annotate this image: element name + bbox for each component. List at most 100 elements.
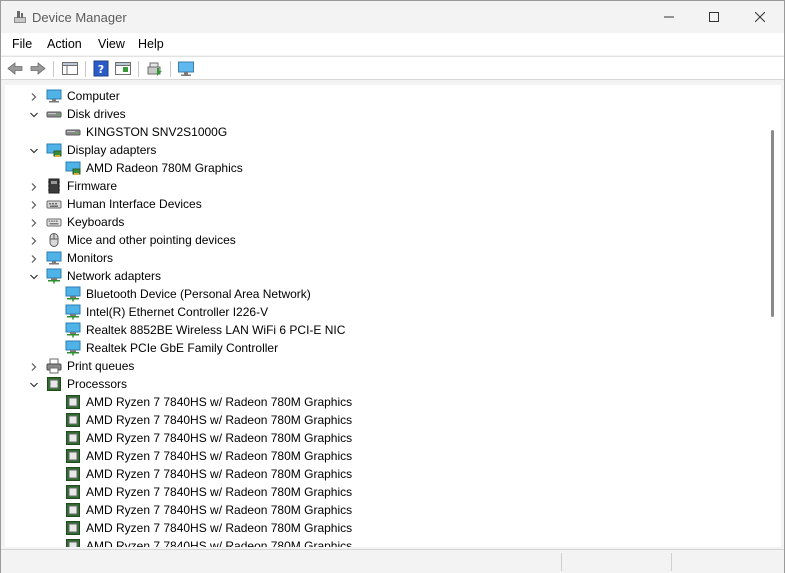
tree-category-row[interactable]: Processors — [5, 375, 745, 393]
disk-drive-icon — [46, 106, 62, 122]
tree-category-row[interactable]: Firmware — [5, 177, 745, 195]
tree-category-row[interactable]: Print queues — [5, 357, 745, 375]
tree-device-row[interactable]: AMD Ryzen 7 7840HS w/ Radeon 780M Graphi… — [5, 429, 745, 447]
toolbar-separator — [170, 61, 171, 77]
tree-category-row[interactable]: Keyboards — [5, 213, 745, 231]
tree-item-label: AMD Ryzen 7 7840HS w/ Radeon 780M Graphi… — [86, 521, 353, 535]
menu-help[interactable]: Help — [138, 37, 164, 51]
chevron-down-icon[interactable] — [29, 379, 39, 389]
help-icon[interactable]: ? — [92, 60, 110, 77]
processor-icon — [65, 538, 81, 547]
chevron-right-icon[interactable] — [29, 181, 39, 191]
processor-icon — [65, 394, 81, 410]
tree-item-label: Human Interface Devices — [67, 197, 202, 211]
chevron-right-icon[interactable] — [29, 91, 39, 101]
network-adapter-icon — [65, 340, 81, 356]
tree-device-row[interactable]: AMD Ryzen 7 7840HS w/ Radeon 780M Graphi… — [5, 537, 745, 547]
processor-icon — [65, 430, 81, 446]
tree-item-label: AMD Radeon 780M Graphics — [86, 161, 243, 175]
toolbar-separator — [138, 61, 139, 77]
printer-icon — [46, 358, 62, 374]
tree-item-label: AMD Ryzen 7 7840HS w/ Radeon 780M Graphi… — [86, 449, 353, 463]
tree-category-row[interactable]: Human Interface Devices — [5, 195, 745, 213]
hid-icon — [46, 196, 62, 212]
menu-file[interactable]: File — [12, 37, 32, 51]
chevron-down-icon[interactable] — [29, 109, 39, 119]
tree-item-label: Firmware — [67, 179, 117, 193]
chevron-right-icon[interactable] — [29, 253, 39, 263]
tree-item-label: AMD Ryzen 7 7840HS w/ Radeon 780M Graphi… — [86, 431, 353, 445]
window-title: Device Manager — [32, 10, 127, 25]
network-adapter-icon — [65, 304, 81, 320]
tree-device-row[interactable]: Realtek PCIe GbE Family Controller — [5, 339, 745, 357]
close-button[interactable] — [737, 1, 783, 33]
status-segment — [561, 553, 671, 571]
tree-device-row[interactable]: AMD Radeon 780M Graphics — [5, 159, 745, 177]
maximize-button[interactable] — [691, 1, 737, 33]
status-bar — [1, 549, 784, 573]
back-arrow-icon[interactable] — [6, 60, 24, 77]
tree-item-label: Display adapters — [67, 143, 157, 157]
update-driver-icon[interactable] — [146, 60, 164, 77]
tree-device-row[interactable]: Intel(R) Ethernet Controller I226-V — [5, 303, 745, 321]
minimize-button[interactable] — [646, 1, 692, 33]
chevron-right-icon[interactable] — [29, 235, 39, 245]
display-adapter-icon — [65, 160, 81, 176]
tree-category-row[interactable]: Disk drives — [5, 105, 745, 123]
show-hide-console-tree-icon[interactable] — [61, 60, 79, 77]
chevron-down-icon[interactable] — [29, 145, 39, 155]
tree-device-row[interactable]: AMD Ryzen 7 7840HS w/ Radeon 780M Graphi… — [5, 483, 745, 501]
forward-arrow-icon[interactable] — [29, 60, 47, 77]
computer-icon — [46, 88, 62, 104]
menu-action[interactable]: Action — [47, 37, 82, 51]
tree-item-label: Disk drives — [67, 107, 126, 121]
tree-item-label: Realtek 8852BE Wireless LAN WiFi 6 PCI-E… — [86, 323, 346, 337]
tree-item-label: AMD Ryzen 7 7840HS w/ Radeon 780M Graphi… — [86, 467, 353, 481]
tree-device-row[interactable]: AMD Ryzen 7 7840HS w/ Radeon 780M Graphi… — [5, 447, 745, 465]
vertical-scrollbar[interactable] — [765, 85, 781, 547]
tree-device-row[interactable]: AMD Ryzen 7 7840HS w/ Radeon 780M Graphi… — [5, 411, 745, 429]
tree-device-row[interactable]: AMD Ryzen 7 7840HS w/ Radeon 780M Graphi… — [5, 519, 745, 537]
chevron-right-icon[interactable] — [29, 199, 39, 209]
title-bar[interactable]: Device Manager — [1, 1, 784, 33]
tree-category-row[interactable]: Display adapters — [5, 141, 745, 159]
tree-category-row[interactable]: Computer — [5, 87, 745, 105]
scan-for-hardware-changes-icon[interactable] — [177, 60, 195, 77]
scrollbar-thumb[interactable] — [771, 130, 774, 317]
chevron-down-icon[interactable] — [29, 271, 39, 281]
processor-icon — [65, 448, 81, 464]
tree-category-row[interactable]: Network adapters — [5, 267, 745, 285]
chevron-right-icon[interactable] — [29, 361, 39, 371]
tree-item-label: AMD Ryzen 7 7840HS w/ Radeon 780M Graphi… — [86, 485, 353, 499]
properties-icon[interactable] — [114, 60, 132, 77]
toolbar-separator — [85, 61, 86, 77]
tree-device-row[interactable]: AMD Ryzen 7 7840HS w/ Radeon 780M Graphi… — [5, 393, 745, 411]
tree-item-label: AMD Ryzen 7 7840HS w/ Radeon 780M Graphi… — [86, 503, 353, 517]
tree-item-label: Computer — [67, 89, 120, 103]
processor-icon — [46, 376, 62, 392]
tree-device-row[interactable]: Realtek 8852BE Wireless LAN WiFi 6 PCI-E… — [5, 321, 745, 339]
chevron-right-icon[interactable] — [29, 217, 39, 227]
tree-item-label: Intel(R) Ethernet Controller I226-V — [86, 305, 269, 319]
tree-category-row[interactable]: Monitors — [5, 249, 745, 267]
device-tree[interactable]: Computer Disk drives KINGSTON SNV2S1000G Di… — [5, 85, 765, 547]
network-adapter-icon — [65, 322, 81, 338]
tree-device-row[interactable]: AMD Ryzen 7 7840HS w/ Radeon 780M Graphi… — [5, 465, 745, 483]
tree-device-row[interactable]: AMD Ryzen 7 7840HS w/ Radeon 780M Graphi… — [5, 501, 745, 519]
tree-category-row[interactable]: Mice and other pointing devices — [5, 231, 745, 249]
menu-bar: File Action View Help — [1, 33, 784, 55]
tree-item-label: AMD Ryzen 7 7840HS w/ Radeon 780M Graphi… — [86, 413, 353, 427]
processor-icon — [65, 520, 81, 536]
network-adapter-icon — [65, 286, 81, 302]
tree-device-row[interactable]: Bluetooth Device (Personal Area Network) — [5, 285, 745, 303]
tree-item-label: Realtek PCIe GbE Family Controller — [86, 341, 279, 355]
processor-icon — [65, 484, 81, 500]
processor-icon — [65, 412, 81, 428]
monitor-icon — [46, 250, 62, 266]
tree-device-row[interactable]: KINGSTON SNV2S1000G — [5, 123, 745, 141]
tree-item-label: Keyboards — [67, 215, 125, 229]
mouse-icon — [46, 232, 62, 248]
menu-view[interactable]: View — [98, 37, 125, 51]
toolbar-separator — [53, 61, 54, 77]
disk-drive-icon — [65, 124, 81, 140]
